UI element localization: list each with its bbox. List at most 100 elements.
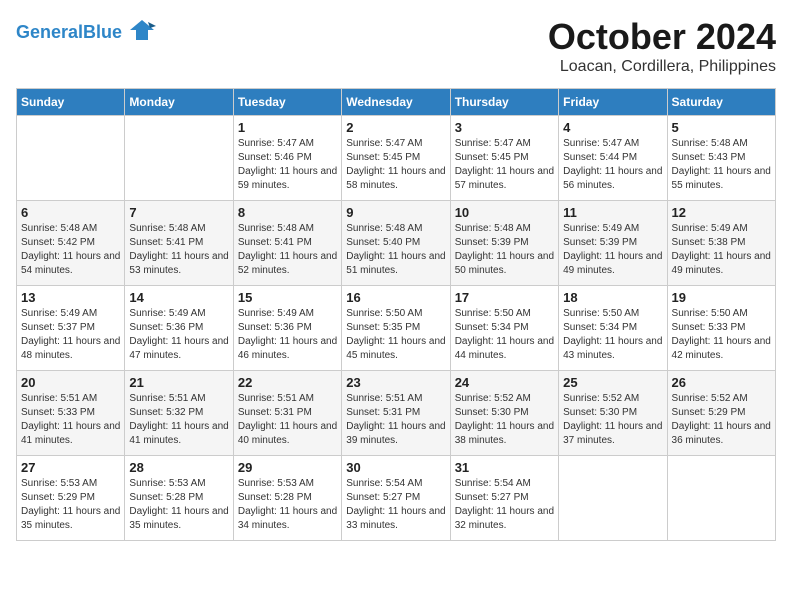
- day-info: Sunrise: 5:47 AMSunset: 5:46 PMDaylight:…: [238, 137, 337, 193]
- day-info: Sunrise: 5:51 AMSunset: 5:31 PMDaylight:…: [346, 392, 445, 448]
- calendar-cell: 15Sunrise: 5:49 AMSunset: 5:36 PMDayligh…: [233, 286, 341, 371]
- day-info: Sunrise: 5:53 AMSunset: 5:28 PMDaylight:…: [238, 477, 337, 533]
- calendar-cell: 12 Sunrise: 5:49 AMSunset: 5:38 PMDayligh…: [667, 201, 775, 286]
- day-number: 27: [21, 460, 120, 475]
- day-number: 30: [346, 460, 445, 475]
- day-info: Sunrise: 5:54 AMSunset: 5:27 PMDaylight:…: [346, 477, 445, 533]
- calendar-week-row: 13Sunrise: 5:49 AMSunset: 5:37 PMDayligh…: [17, 286, 776, 371]
- calendar-cell: 14 Sunrise: 5:49 AMSunset: 5:36 PMDayligh…: [125, 286, 233, 371]
- day-info: Sunrise: 5:52 AMSunset: 5:30 PMDaylight:…: [455, 392, 554, 448]
- day-info: Sunrise: 5:53 AMSunset: 5:29 PMDaylight:…: [21, 477, 120, 533]
- calendar-cell: 9 Sunrise: 5:48 AMSunset: 5:40 PMDaylight…: [342, 201, 450, 286]
- calendar-cell: [667, 456, 775, 541]
- calendar-cell: 13Sunrise: 5:49 AMSunset: 5:37 PMDayligh…: [17, 286, 125, 371]
- day-info: Sunrise: 5:49 AMSunset: 5:36 PMDaylight:…: [129, 307, 228, 363]
- calendar-cell: 31Sunrise: 5:54 AMSunset: 5:27 PMDayligh…: [450, 456, 558, 541]
- day-number: 4: [563, 120, 662, 135]
- logo-blue: Blue: [83, 22, 122, 42]
- day-number: 22: [238, 375, 337, 390]
- page-header: GeneralBlue October 2024 Loacan, Cordill…: [16, 16, 776, 76]
- calendar-cell: 5 Sunrise: 5:48 AMSunset: 5:43 PMDaylight…: [667, 116, 775, 201]
- day-info: Sunrise: 5:54 AMSunset: 5:27 PMDaylight:…: [455, 477, 554, 533]
- calendar-cell: 28 Sunrise: 5:53 AMSunset: 5:28 PMDayligh…: [125, 456, 233, 541]
- day-info: Sunrise: 5:48 AMSunset: 5:39 PMDaylight:…: [455, 222, 554, 278]
- day-info: Sunrise: 5:49 AMSunset: 5:36 PMDaylight:…: [238, 307, 337, 363]
- calendar-week-row: 1Sunrise: 5:47 AMSunset: 5:46 PMDaylight…: [17, 116, 776, 201]
- day-number: 12: [672, 205, 771, 220]
- day-info: Sunrise: 5:52 AMSunset: 5:30 PMDaylight:…: [563, 392, 662, 448]
- calendar-cell: 27 Sunrise: 5:53 AMSunset: 5:29 PMDayligh…: [17, 456, 125, 541]
- calendar-cell: 18 Sunrise: 5:50 AMSunset: 5:34 PMDayligh…: [559, 286, 667, 371]
- title-block: October 2024 Loacan, Cordillera, Philipp…: [548, 16, 776, 76]
- day-info: Sunrise: 5:48 AMSunset: 5:43 PMDaylight:…: [672, 137, 771, 193]
- weekday-header-row: SundayMondayTuesdayWednesdayThursdayFrid…: [17, 89, 776, 116]
- calendar-cell: 22Sunrise: 5:51 AMSunset: 5:31 PMDayligh…: [233, 371, 341, 456]
- logo-text: GeneralBlue: [16, 23, 122, 43]
- calendar-cell: 7 Sunrise: 5:48 AMSunset: 5:41 PMDaylight…: [125, 201, 233, 286]
- day-number: 18: [563, 290, 662, 305]
- day-info: Sunrise: 5:48 AMSunset: 5:41 PMDaylight:…: [129, 222, 228, 278]
- calendar-week-row: 20 Sunrise: 5:51 AMSunset: 5:33 PMDayligh…: [17, 371, 776, 456]
- calendar-cell: 11 Sunrise: 5:49 AMSunset: 5:39 PMDayligh…: [559, 201, 667, 286]
- calendar-cell: 10 Sunrise: 5:48 AMSunset: 5:39 PMDayligh…: [450, 201, 558, 286]
- day-number: 19: [672, 290, 771, 305]
- calendar-cell: 8 Sunrise: 5:48 AMSunset: 5:41 PMDaylight…: [233, 201, 341, 286]
- day-number: 17: [455, 290, 554, 305]
- day-number: 26: [672, 375, 771, 390]
- day-number: 21: [129, 375, 228, 390]
- weekday-header-friday: Friday: [559, 89, 667, 116]
- day-number: 7: [129, 205, 228, 220]
- day-info: Sunrise: 5:47 AMSunset: 5:44 PMDaylight:…: [563, 137, 662, 193]
- day-info: Sunrise: 5:48 AMSunset: 5:41 PMDaylight:…: [238, 222, 337, 278]
- day-info: Sunrise: 5:51 AMSunset: 5:33 PMDaylight:…: [21, 392, 120, 448]
- calendar-cell: 21Sunrise: 5:51 AMSunset: 5:32 PMDayligh…: [125, 371, 233, 456]
- day-number: 2: [346, 120, 445, 135]
- day-number: 24: [455, 375, 554, 390]
- calendar-cell: 3 Sunrise: 5:47 AMSunset: 5:45 PMDaylight…: [450, 116, 558, 201]
- day-info: Sunrise: 5:53 AMSunset: 5:28 PMDaylight:…: [129, 477, 228, 533]
- location: Loacan, Cordillera, Philippines: [548, 58, 776, 76]
- day-info: Sunrise: 5:47 AMSunset: 5:45 PMDaylight:…: [346, 137, 445, 193]
- logo-bird-icon: [128, 16, 156, 44]
- day-number: 8: [238, 205, 337, 220]
- weekday-header-tuesday: Tuesday: [233, 89, 341, 116]
- calendar-week-row: 6 Sunrise: 5:48 AMSunset: 5:42 PMDaylight…: [17, 201, 776, 286]
- calendar-cell: 30 Sunrise: 5:54 AMSunset: 5:27 PMDayligh…: [342, 456, 450, 541]
- logo: GeneralBlue: [16, 16, 156, 49]
- day-number: 20: [21, 375, 120, 390]
- calendar-table: SundayMondayTuesdayWednesdayThursdayFrid…: [16, 88, 776, 541]
- calendar-cell: 24 Sunrise: 5:52 AMSunset: 5:30 PMDayligh…: [450, 371, 558, 456]
- day-number: 16: [346, 290, 445, 305]
- day-number: 13: [21, 290, 120, 305]
- day-number: 29: [238, 460, 337, 475]
- day-info: Sunrise: 5:52 AMSunset: 5:29 PMDaylight:…: [672, 392, 771, 448]
- calendar-cell: [559, 456, 667, 541]
- calendar-cell: 4 Sunrise: 5:47 AMSunset: 5:44 PMDaylight…: [559, 116, 667, 201]
- weekday-header-sunday: Sunday: [17, 89, 125, 116]
- day-info: Sunrise: 5:49 AMSunset: 5:39 PMDaylight:…: [563, 222, 662, 278]
- calendar-cell: 1Sunrise: 5:47 AMSunset: 5:46 PMDaylight…: [233, 116, 341, 201]
- day-info: Sunrise: 5:48 AMSunset: 5:40 PMDaylight:…: [346, 222, 445, 278]
- day-number: 10: [455, 205, 554, 220]
- calendar-cell: 17 Sunrise: 5:50 AMSunset: 5:34 PMDayligh…: [450, 286, 558, 371]
- day-info: Sunrise: 5:50 AMSunset: 5:34 PMDaylight:…: [455, 307, 554, 363]
- day-number: 5: [672, 120, 771, 135]
- day-number: 3: [455, 120, 554, 135]
- day-info: Sunrise: 5:48 AMSunset: 5:42 PMDaylight:…: [21, 222, 120, 278]
- day-info: Sunrise: 5:47 AMSunset: 5:45 PMDaylight:…: [455, 137, 554, 193]
- day-number: 11: [563, 205, 662, 220]
- day-number: 6: [21, 205, 120, 220]
- weekday-header-wednesday: Wednesday: [342, 89, 450, 116]
- calendar-week-row: 27 Sunrise: 5:53 AMSunset: 5:29 PMDayligh…: [17, 456, 776, 541]
- day-number: 14: [129, 290, 228, 305]
- calendar-cell: 29 Sunrise: 5:53 AMSunset: 5:28 PMDayligh…: [233, 456, 341, 541]
- day-info: Sunrise: 5:49 AMSunset: 5:38 PMDaylight:…: [672, 222, 771, 278]
- day-number: 28: [129, 460, 228, 475]
- calendar-cell: 2 Sunrise: 5:47 AMSunset: 5:45 PMDaylight…: [342, 116, 450, 201]
- calendar-cell: 16Sunrise: 5:50 AMSunset: 5:35 PMDayligh…: [342, 286, 450, 371]
- day-info: Sunrise: 5:50 AMSunset: 5:33 PMDaylight:…: [672, 307, 771, 363]
- day-info: Sunrise: 5:50 AMSunset: 5:34 PMDaylight:…: [563, 307, 662, 363]
- weekday-header-thursday: Thursday: [450, 89, 558, 116]
- day-number: 9: [346, 205, 445, 220]
- calendar-cell: 23Sunrise: 5:51 AMSunset: 5:31 PMDayligh…: [342, 371, 450, 456]
